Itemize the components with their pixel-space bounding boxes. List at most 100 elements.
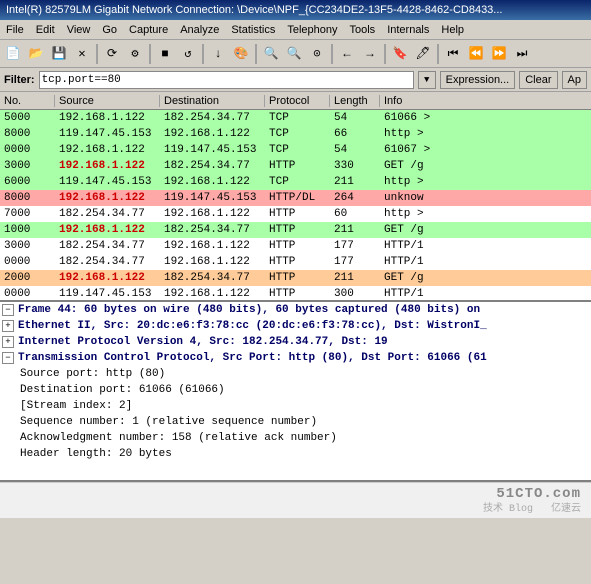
cell-no: 3000: [0, 240, 55, 252]
menu-statistics[interactable]: Statistics: [225, 22, 281, 38]
prev-packet-btn[interactable]: ⏪: [465, 43, 487, 65]
watermark-area: 51CTO.com 技术 Blog 亿速云: [0, 482, 591, 518]
cell-proto: HTTP: [265, 240, 330, 252]
cell-len: 66: [330, 128, 380, 140]
table-row[interactable]: 3000182.254.34.77192.168.1.122HTTP177HTT…: [0, 238, 591, 254]
reload-btn[interactable]: ⟳: [101, 43, 123, 65]
cell-src: 192.168.1.122: [55, 112, 160, 124]
zoom-in-btn[interactable]: 🔍: [260, 43, 282, 65]
col-header-source: Source: [55, 95, 160, 107]
sep6: [384, 44, 386, 64]
detail-subrow: Source port: http (80): [0, 366, 591, 382]
menu-view[interactable]: View: [61, 22, 97, 38]
prev-btn[interactable]: ←: [336, 43, 358, 65]
table-row[interactable]: 0000182.254.34.77192.168.1.122HTTP177HTT…: [0, 254, 591, 270]
cell-src: 192.168.1.122: [55, 192, 160, 204]
expand-icon-ip[interactable]: +: [2, 336, 14, 348]
cell-proto: HTTP: [265, 256, 330, 268]
menu-analyze[interactable]: Analyze: [174, 22, 225, 38]
table-row[interactable]: 7000182.254.34.77192.168.1.122HTTP60http…: [0, 206, 591, 222]
clear-button[interactable]: Clear: [519, 71, 557, 89]
cell-info: HTTP/1: [380, 256, 591, 268]
cell-len: 211: [330, 272, 380, 284]
detail-label-ip: Internet Protocol Version 4, Src: 182.25…: [18, 336, 388, 348]
expand-icon-tcp[interactable]: −: [2, 352, 14, 364]
cell-dst: 192.168.1.122: [160, 176, 265, 188]
sep5: [331, 44, 333, 64]
cell-info: HTTP/1: [380, 288, 591, 300]
cell-len: 54: [330, 144, 380, 156]
cell-proto: TCP: [265, 112, 330, 124]
normal-size-btn[interactable]: ⊙: [306, 43, 328, 65]
zoom-out-btn[interactable]: 🔍: [283, 43, 305, 65]
cell-src: 182.254.34.77: [55, 208, 160, 220]
restart-btn[interactable]: ↺: [177, 43, 199, 65]
new-capture-btn[interactable]: 📄: [2, 43, 24, 65]
cell-src: 119.147.45.153: [55, 176, 160, 188]
cell-info: 61066 >: [380, 112, 591, 124]
cell-dst: 182.254.34.77: [160, 160, 265, 172]
menu-telephony[interactable]: Telephony: [281, 22, 343, 38]
next-btn[interactable]: →: [359, 43, 381, 65]
menu-capture[interactable]: Capture: [123, 22, 174, 38]
table-row[interactable]: 3000192.168.1.122182.254.34.77HTTP330GET…: [0, 158, 591, 174]
detail-section-ip[interactable]: + Internet Protocol Version 4, Src: 182.2…: [0, 334, 591, 350]
menu-file[interactable]: File: [0, 22, 30, 38]
cell-info: http >: [380, 176, 591, 188]
cell-len: 330: [330, 160, 380, 172]
stop-btn[interactable]: ■: [154, 43, 176, 65]
cell-dst: 192.168.1.122: [160, 208, 265, 220]
menu-tools[interactable]: Tools: [344, 22, 382, 38]
table-row[interactable]: 5000192.168.1.122182.254.34.77TCP5461066…: [0, 110, 591, 126]
detail-subrow: Acknowledgment number: 158 (relative ack…: [0, 430, 591, 446]
cell-src: 192.168.1.122: [55, 272, 160, 284]
next-packet-btn[interactable]: ⏩: [488, 43, 510, 65]
apply-button[interactable]: Ap: [562, 71, 587, 89]
table-row[interactable]: 2000192.168.1.122182.254.34.77HTTP211GET…: [0, 270, 591, 286]
cell-dst: 192.168.1.122: [160, 256, 265, 268]
colorize-btn[interactable]: 🎨: [230, 43, 252, 65]
cell-info: 61067 >: [380, 144, 591, 156]
table-row[interactable]: 1000192.168.1.122182.254.34.77HTTP211GET…: [0, 222, 591, 238]
save-btn[interactable]: 💾: [48, 43, 70, 65]
detail-section-frame[interactable]: −Frame 44: 60 bytes on wire (480 bits), …: [0, 302, 591, 318]
scroll-autoscroll-btn[interactable]: ↓: [207, 43, 229, 65]
expression-button[interactable]: Expression...: [440, 71, 516, 89]
expand-icon-ethernet[interactable]: +: [2, 320, 14, 332]
cell-no: 0000: [0, 144, 55, 156]
menu-internals[interactable]: Internals: [381, 22, 435, 38]
detail-section-ethernet[interactable]: + Ethernet II, Src: 20:dc:e6:f3:78:cc (20…: [0, 318, 591, 334]
table-row[interactable]: 0000192.168.1.122119.147.45.153TCP546106…: [0, 142, 591, 158]
sep4: [255, 44, 257, 64]
sep3: [202, 44, 204, 64]
sep1: [96, 44, 98, 64]
expand-icon-frame[interactable]: −: [2, 304, 14, 316]
detail-label-ethernet: Ethernet II, Src: 20:dc:e6:f3:78:cc (20:…: [18, 320, 487, 332]
menu-go[interactable]: Go: [96, 22, 123, 38]
filter-input[interactable]: [39, 71, 414, 89]
menu-help[interactable]: Help: [435, 22, 470, 38]
cell-proto: HTTP/DL: [265, 192, 330, 204]
sep2: [149, 44, 151, 64]
close-btn[interactable]: ✕: [71, 43, 93, 65]
detail-section-tcp[interactable]: −Transmission Control Protocol, Src Port…: [0, 350, 591, 366]
first-btn[interactable]: ⏮: [442, 43, 464, 65]
table-row[interactable]: 6000119.147.45.153192.168.1.122TCP211htt…: [0, 174, 591, 190]
detail-subrow: Destination port: 61066 (61066): [0, 382, 591, 398]
capture-options-btn[interactable]: ⚙: [124, 43, 146, 65]
packet-detail: −Frame 44: 60 bytes on wire (480 bits), …: [0, 302, 591, 482]
title-text: Intel(R) 82579LM Gigabit Network Connect…: [6, 4, 502, 16]
filter-dropdown[interactable]: ▼: [418, 71, 436, 89]
table-row[interactable]: 0000119.147.45.153192.168.1.122HTTP300HT…: [0, 286, 591, 302]
color-rules-btn[interactable]: 🖊: [412, 43, 434, 65]
table-row[interactable]: 8000192.168.1.122119.147.45.153HTTP/DL26…: [0, 190, 591, 206]
last-btn[interactable]: ⏭: [511, 43, 533, 65]
col-header-no: No.: [0, 95, 55, 107]
table-row[interactable]: 8000119.147.45.153192.168.1.122TCP66http…: [0, 126, 591, 142]
cell-no: 0000: [0, 288, 55, 300]
open-btn[interactable]: 📂: [25, 43, 47, 65]
detail-subrow: Sequence number: 1 (relative sequence nu…: [0, 414, 591, 430]
filter-exp-btn[interactable]: 🔖: [389, 43, 411, 65]
menu-edit[interactable]: Edit: [30, 22, 61, 38]
col-header-len: Length: [330, 95, 380, 107]
